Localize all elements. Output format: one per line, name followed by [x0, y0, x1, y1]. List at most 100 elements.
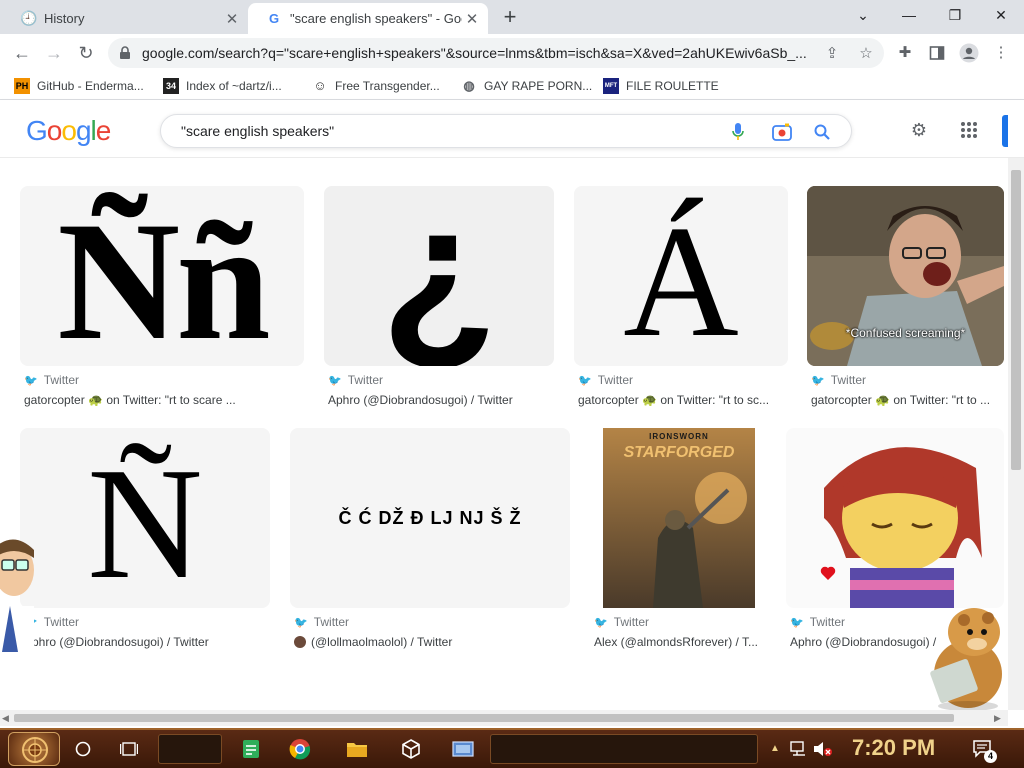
- sign-in-button-edge[interactable]: [1002, 115, 1008, 147]
- tab-google-search[interactable]: G "scare english speakers" - Goog ✕: [248, 3, 488, 34]
- result-title[interactable]: Aphro (@Diobrandosugoi) / Twitter: [328, 393, 554, 407]
- start-button[interactable]: [8, 732, 60, 766]
- result-source[interactable]: 🐦 Twitter: [328, 373, 383, 387]
- desktop-mascot-hamster[interactable]: [922, 602, 1008, 711]
- result-thumbnail[interactable]: Č Ć DŽ Đ LJ NJ Š Ž: [290, 428, 570, 608]
- horizontal-scrollbar-thumb[interactable]: [14, 714, 954, 722]
- result-title[interactable]: gatorcopter 🐢 on Twitter: "rt to sc...: [578, 393, 788, 407]
- bookmark-item[interactable]: ☺ Free Transgender...: [312, 77, 440, 95]
- apps-grid-icon[interactable]: [958, 119, 980, 141]
- result-title[interactable]: Aphro (@Diobrandosugoi) / Twitter: [24, 635, 270, 649]
- result-source[interactable]: 🐦 Twitter: [294, 615, 349, 629]
- result-source[interactable]: 🐦 Twitter: [811, 373, 866, 387]
- url-text: google.com/search?q="scare+english+speak…: [142, 45, 807, 61]
- image-result[interactable]: IRONSWORN STARFORGED 🐦 Twitter Alex (@alm…: [590, 428, 766, 664]
- search-icon[interactable]: [811, 121, 833, 143]
- close-window-button[interactable]: ✕: [986, 4, 1016, 26]
- result-title[interactable]: gatorcopter 🐢 on Twitter: "rt to scare .…: [24, 393, 294, 407]
- extensions-puzzle-icon[interactable]: ✚: [894, 42, 916, 64]
- glyph-text: Ññ: [57, 187, 270, 366]
- result-source[interactable]: 🐦 Twitter: [578, 373, 633, 387]
- bookmark-item[interactable]: ◍ GAY RAPE PORN...: [461, 77, 592, 95]
- task-view-icon[interactable]: [116, 736, 142, 762]
- bookmark-item[interactable]: MFT FILE ROULETTE: [603, 77, 719, 95]
- result-thumbnail[interactable]: IRONSWORN STARFORGED: [590, 428, 766, 608]
- bookmark-item[interactable]: PH GitHub - Enderma...: [14, 77, 144, 95]
- result-title[interactable]: (@lollmaolmaolol) / Twitter: [294, 635, 570, 649]
- twitter-bird-icon: 🐦: [24, 374, 38, 387]
- close-icon[interactable]: ✕: [462, 10, 482, 28]
- scroll-left-arrow-icon[interactable]: ◀: [2, 710, 9, 726]
- volume-muted-icon[interactable]: [810, 736, 836, 762]
- show-hidden-icons-chevron-icon[interactable]: ▲: [762, 736, 788, 762]
- notification-center-icon[interactable]: 4: [970, 736, 997, 763]
- image-results-grid: Ññ 🐦 Twitter gatorcopter 🐢 on Twitter: "r…: [0, 158, 1008, 710]
- image-result[interactable]: ¿ 🐦 Twitter Aphro (@Diobrandosugoi) / Twi…: [324, 186, 554, 422]
- image-result[interactable]: *Confused screaming* 🐦 Twitter gatorcopte…: [807, 186, 1004, 422]
- address-bar[interactable]: google.com/search?q="scare+english+speak…: [108, 38, 884, 68]
- network-icon[interactable]: [786, 736, 812, 762]
- window-app-icon[interactable]: [450, 736, 476, 762]
- unity-icon[interactable]: [398, 736, 424, 762]
- desktop-mascot-man[interactable]: [0, 536, 36, 652]
- result-thumbnail[interactable]: [786, 428, 1004, 608]
- forward-button[interactable]: →: [42, 41, 66, 65]
- result-thumbnail[interactable]: ¿: [324, 186, 554, 366]
- microphone-icon[interactable]: [727, 121, 749, 143]
- share-icon[interactable]: ⇪: [822, 44, 842, 64]
- menu-kebab-icon[interactable]: ⋮: [990, 42, 1012, 64]
- search-query[interactable]: "scare english speakers": [181, 123, 721, 139]
- chrome-icon[interactable]: [287, 736, 313, 762]
- source-label: Twitter: [809, 615, 846, 629]
- glyph-text: Á: [623, 192, 739, 366]
- settings-gear-icon[interactable]: ⚙: [908, 119, 930, 141]
- horizontal-scrollbar[interactable]: ◀ ▶: [0, 710, 1008, 726]
- result-thumbnail[interactable]: *Confused screaming*: [807, 186, 1004, 366]
- result-thumbnail[interactable]: Á: [574, 186, 788, 366]
- search-box[interactable]: "scare english speakers": [160, 114, 852, 148]
- minimize-button[interactable]: —: [894, 4, 924, 26]
- profile-avatar-icon[interactable]: [958, 42, 980, 64]
- image-result[interactable]: Á 🐦 Twitter gatorcopter 🐢 on Twitter: "rt…: [574, 186, 788, 422]
- bookmark-star-icon[interactable]: ☆: [856, 44, 876, 64]
- result-source[interactable]: 🐦 Twitter: [594, 615, 649, 629]
- result-source[interactable]: 🐦 Twitter: [790, 615, 845, 629]
- logo-letter: o: [61, 115, 77, 146]
- image-result[interactable]: Č Ć DŽ Đ LJ NJ Š Ž 🐦 Twitter (@lollmaolma…: [290, 428, 570, 664]
- result-thumbnail[interactable]: Ñ: [20, 428, 270, 608]
- search-circle-icon[interactable]: [70, 736, 96, 762]
- close-icon[interactable]: ✕: [222, 10, 242, 28]
- face-icon: ☺: [313, 78, 327, 93]
- result-title[interactable]: Aphro (@Diobrandosugoi) / ...: [790, 635, 940, 649]
- bookmarks-bar: PH GitHub - Enderma... 34 Index of ~dart…: [0, 72, 1024, 100]
- image-result[interactable]: Ññ 🐦 Twitter gatorcopter 🐢 on Twitter: "r…: [20, 186, 304, 422]
- side-panel-icon[interactable]: [926, 42, 948, 64]
- clock[interactable]: 7:20 PM: [852, 735, 935, 761]
- source-label: Twitter: [597, 373, 634, 387]
- source-label: Twitter: [313, 615, 350, 629]
- notes-app-icon[interactable]: [238, 736, 264, 762]
- tab-search-button[interactable]: ⌄: [848, 4, 878, 26]
- vertical-scrollbar-thumb[interactable]: [1011, 170, 1021, 470]
- bookmark-label: Free Transgender...: [335, 79, 440, 93]
- google-favicon-icon: G: [268, 11, 280, 26]
- source-label: Twitter: [613, 615, 650, 629]
- glyph-text: ¿: [380, 186, 498, 366]
- back-button[interactable]: ←: [10, 41, 34, 65]
- twitter-bird-icon: 🐦: [811, 374, 825, 387]
- result-source[interactable]: 🐦 Twitter: [24, 373, 79, 387]
- vertical-scrollbar[interactable]: [1008, 158, 1024, 710]
- new-tab-button[interactable]: +: [498, 6, 522, 30]
- maximize-button[interactable]: ❐: [940, 4, 970, 26]
- bookmark-item[interactable]: 34 Index of ~dartz/i...: [163, 77, 282, 95]
- image-result[interactable]: Ñ 🐦Twitter Aphro (@Diobrandosugoi) / Twi…: [20, 428, 270, 664]
- camera-lens-icon[interactable]: [771, 121, 793, 143]
- file-explorer-icon[interactable]: [344, 736, 370, 762]
- result-thumbnail[interactable]: Ññ: [20, 186, 304, 366]
- scroll-right-arrow-icon[interactable]: ▶: [994, 710, 1001, 726]
- result-title[interactable]: Alex (@almondsRforever) / T...: [594, 635, 766, 649]
- google-logo[interactable]: Google: [26, 115, 111, 147]
- result-title[interactable]: gatorcopter 🐢 on Twitter: "rt to ...: [811, 393, 1004, 407]
- reload-button[interactable]: ↻: [74, 41, 98, 65]
- tab-history[interactable]: 🕘 History ✕: [2, 3, 248, 34]
